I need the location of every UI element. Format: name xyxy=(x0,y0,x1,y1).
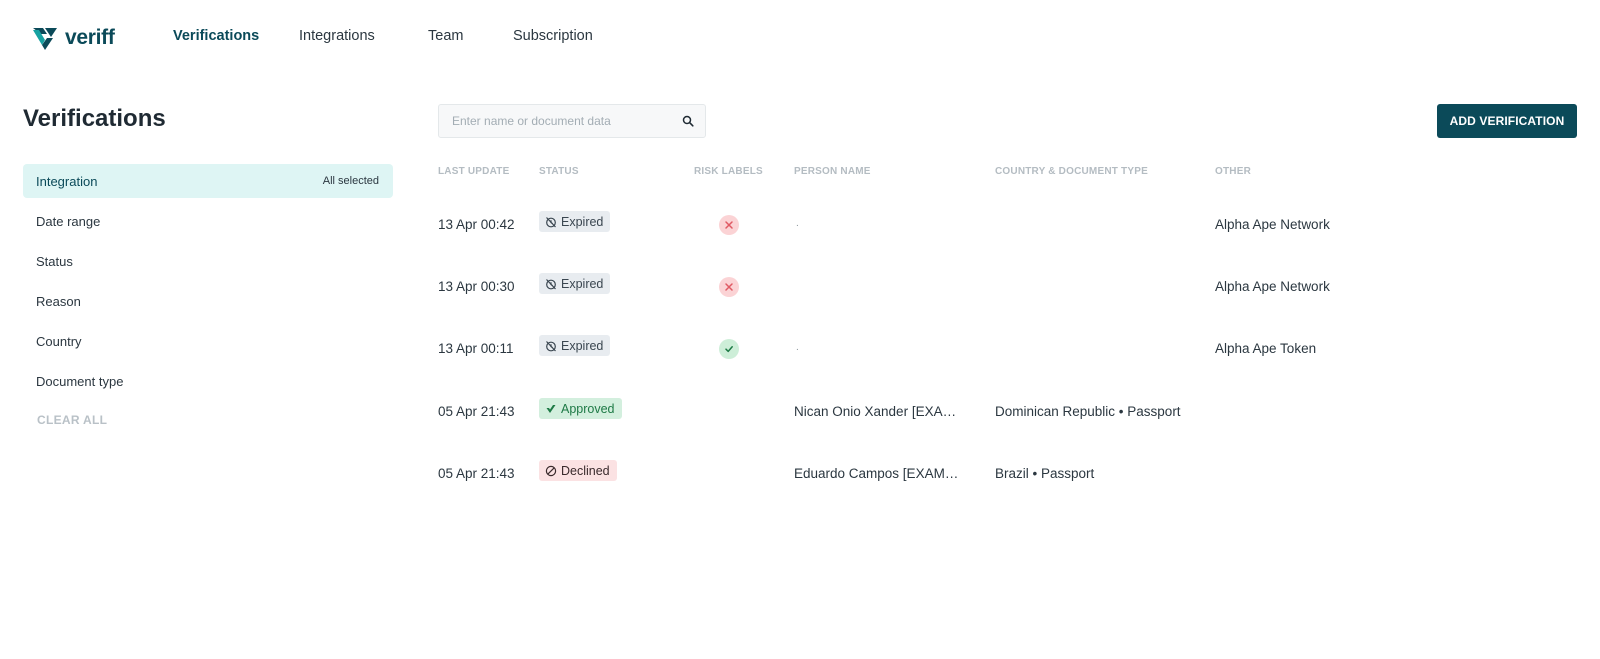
filter-value: All selected xyxy=(322,175,379,187)
risk-label-negative xyxy=(719,277,739,297)
column-header-person-name[interactable]: PERSON NAME xyxy=(794,166,871,177)
brand-name: veriff xyxy=(65,26,115,49)
column-header-other[interactable]: OTHER xyxy=(1215,166,1251,177)
last-update-cell: 13 Apr 00:30 xyxy=(438,279,515,294)
veriff-logo[interactable]: veriff xyxy=(31,25,115,51)
column-header-country-document[interactable]: COUNTRY & DOCUMENT TYPE xyxy=(995,166,1148,177)
other-cell: Alpha Ape Network xyxy=(1215,279,1330,294)
search-icon[interactable] xyxy=(682,115,694,127)
table-row[interactable]: 05 Apr 21:43 Declined Eduardo Campos [EX… xyxy=(425,445,1585,501)
expired-clock-icon xyxy=(546,278,556,289)
nav-verifications[interactable]: Verifications xyxy=(173,28,259,44)
filter-label: Document type xyxy=(36,373,124,389)
filter-label: Status xyxy=(36,253,73,269)
table-row[interactable]: 13 Apr 00:11 Expired . Alpha Ape Token xyxy=(425,320,1585,376)
risk-label-positive xyxy=(719,339,739,359)
table-row[interactable]: 13 Apr 00:30 Expired Alpha Ape Network xyxy=(425,258,1585,314)
column-header-status[interactable]: STATUS xyxy=(539,166,579,177)
country-document-cell: Brazil • Passport xyxy=(995,466,1095,481)
nav-integrations[interactable]: Integrations xyxy=(299,28,375,44)
check-icon xyxy=(725,346,733,353)
status-badge-expired: Expired xyxy=(539,335,611,356)
last-update-cell: 13 Apr 00:11 xyxy=(438,341,514,356)
top-nav: veriff Verifications Integrations Team S… xyxy=(0,0,1600,72)
filter-reason[interactable]: Reason xyxy=(23,284,393,318)
veriff-logo-icon xyxy=(33,28,57,50)
add-verification-button[interactable]: ADD VERIFICATION xyxy=(1437,104,1577,138)
filter-date-range[interactable]: Date range xyxy=(23,204,393,238)
status-text: Approved xyxy=(561,401,615,416)
clear-all-button[interactable]: CLEAR ALL xyxy=(37,413,107,427)
table-row[interactable]: 13 Apr 00:42 Expired . Alpha Ape Network xyxy=(425,196,1585,252)
status-badge-approved: Approved xyxy=(539,398,622,419)
last-update-cell: 13 Apr 00:42 xyxy=(438,217,515,232)
person-name-cell: . xyxy=(796,218,799,229)
status-badge-expired: Expired xyxy=(539,273,611,294)
last-update-cell: 05 Apr 21:43 xyxy=(438,466,515,481)
close-icon xyxy=(725,283,733,291)
risk-label-negative xyxy=(719,215,739,235)
filter-document-type[interactable]: Document type xyxy=(23,364,393,398)
person-name-cell: Nican Onio Xander [EXAMPLE] xyxy=(794,404,966,419)
column-header-last-update[interactable]: LAST UPDATE xyxy=(438,166,509,177)
status-text: Expired xyxy=(561,338,604,353)
person-name-cell: . xyxy=(796,342,799,353)
expired-clock-icon xyxy=(546,340,556,351)
nav-subscription[interactable]: Subscription xyxy=(513,28,593,44)
filter-label: Integration xyxy=(36,173,98,189)
approved-check-icon xyxy=(546,404,556,413)
declined-icon xyxy=(545,465,557,476)
nav-team[interactable]: Team xyxy=(428,28,463,44)
last-update-cell: 05 Apr 21:43 xyxy=(438,404,515,419)
column-header-risk-labels[interactable]: RISK LABELS xyxy=(694,166,763,177)
status-text: Declined xyxy=(561,463,610,478)
filter-label: Date range xyxy=(36,213,101,229)
filter-integration[interactable]: Integration All selected xyxy=(23,164,393,198)
close-icon xyxy=(725,221,733,229)
filter-label: Country xyxy=(36,333,82,349)
search-input[interactable] xyxy=(452,114,682,128)
status-text: Expired xyxy=(561,276,604,291)
table-row[interactable]: 05 Apr 21:43 Approved Nican Onio Xander … xyxy=(425,383,1585,439)
status-badge-expired: Expired xyxy=(539,211,611,232)
person-name-cell: Eduardo Campos [EXAMPLE] xyxy=(794,466,966,481)
other-cell: Alpha Ape Token xyxy=(1215,341,1317,356)
other-cell: Alpha Ape Network xyxy=(1215,217,1330,232)
filter-status[interactable]: Status xyxy=(23,244,393,278)
expired-clock-icon xyxy=(546,216,556,227)
search-box xyxy=(438,104,706,138)
filter-country[interactable]: Country xyxy=(23,324,393,358)
status-badge-declined: Declined xyxy=(539,460,617,481)
status-text: Expired xyxy=(561,214,604,229)
filter-label: Reason xyxy=(36,293,81,309)
country-document-cell: Dominican Republic • Passport xyxy=(995,404,1181,419)
page-title: Verifications xyxy=(23,105,166,132)
